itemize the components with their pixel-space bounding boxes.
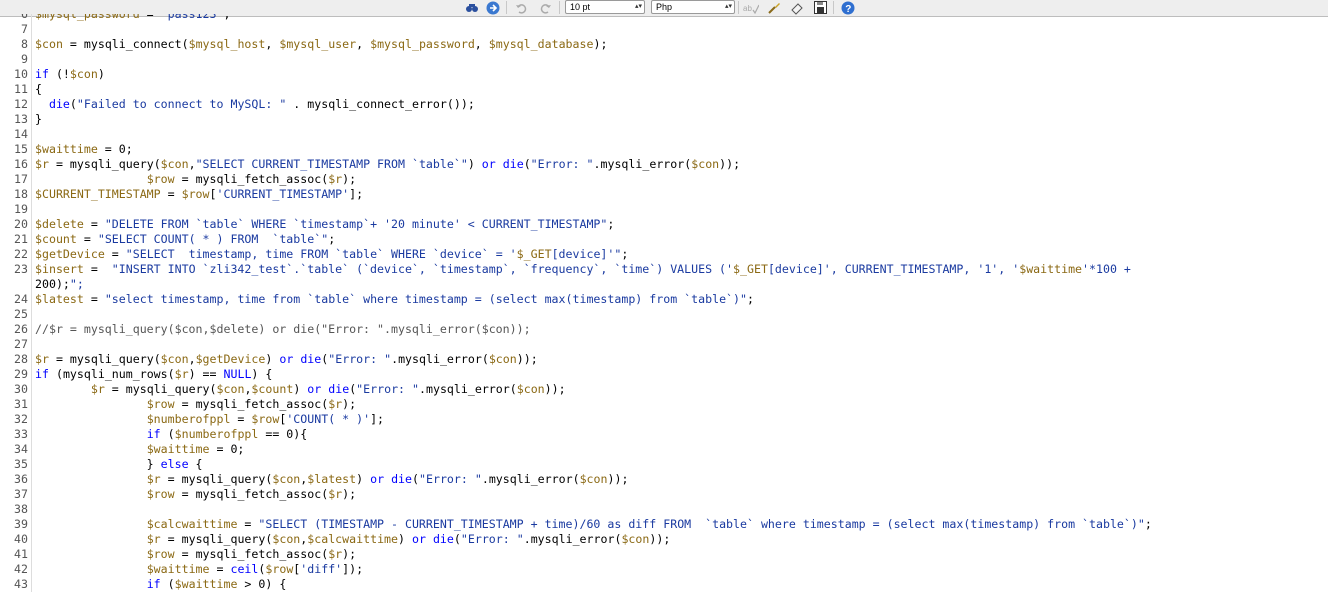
code-line[interactable]: $r = mysqli_query($con,"SELECT CURRENT_T… bbox=[35, 157, 740, 172]
toolbar-separator bbox=[833, 1, 834, 14]
code-line[interactable]: 200);"; bbox=[35, 277, 84, 292]
code-line[interactable]: $delete = "DELETE FROM `table` WHERE `ti… bbox=[35, 217, 614, 232]
line-number: 24 bbox=[14, 292, 28, 306]
code-line[interactable]: $calcwaittime = "SELECT (TIMESTAMP - CUR… bbox=[35, 517, 1152, 532]
code-line[interactable]: $CURRENT_TIMESTAMP = $row['CURRENT_TIMES… bbox=[35, 187, 363, 202]
code-line[interactable]: $mysql_password = "pass123"; bbox=[35, 14, 230, 22]
code-line[interactable]: if ($numberofppl == 0){ bbox=[35, 427, 308, 442]
line-number: 37 bbox=[14, 487, 28, 501]
font-size-value: 10 pt bbox=[570, 2, 591, 12]
code-line[interactable]: $row = mysqli_fetch_assoc($r); bbox=[35, 487, 356, 502]
code-line[interactable]: $con = mysqli_connect($mysql_host, $mysq… bbox=[35, 37, 607, 52]
line-number: 32 bbox=[14, 412, 28, 426]
redo-icon[interactable] bbox=[538, 0, 554, 15]
undo-icon[interactable] bbox=[513, 0, 529, 15]
line-number: 15 bbox=[14, 142, 28, 156]
code-line[interactable]: //$r = mysqli_query($con,$delete) or die… bbox=[35, 322, 531, 337]
line-number: 27 bbox=[14, 337, 28, 351]
line-number: 12 bbox=[14, 97, 28, 111]
code-line[interactable]: $latest = "select timestamp, time from `… bbox=[35, 292, 754, 307]
line-number: 29 bbox=[14, 367, 28, 381]
language-value: Php bbox=[656, 2, 673, 12]
toolbar-separator bbox=[506, 1, 507, 14]
line-number: 13 bbox=[14, 112, 28, 126]
line-number: 7 bbox=[21, 22, 28, 36]
font-size-select[interactable]: 10 pt ▴▾ bbox=[565, 0, 645, 14]
code-line[interactable]: $r = mysqli_query($con,$calcwaittime) or… bbox=[35, 532, 671, 547]
code-line[interactable]: $insert = "INSERT INTO `zli342_test`.`ta… bbox=[35, 262, 1131, 277]
code-line[interactable]: } else { bbox=[35, 457, 203, 472]
line-number: 9 bbox=[21, 52, 28, 66]
code-line[interactable]: $r = mysqli_query($con,$count) or die("E… bbox=[35, 382, 566, 397]
eraser-icon[interactable] bbox=[789, 0, 805, 15]
line-number: 30 bbox=[14, 382, 28, 396]
line-number: 18 bbox=[14, 187, 28, 201]
line-number: 6 bbox=[21, 14, 28, 21]
code-line[interactable]: } bbox=[35, 112, 42, 127]
line-number: 28 bbox=[14, 352, 28, 366]
code-line[interactable]: $count = "SELECT COUNT( * ) FROM `table`… bbox=[35, 232, 335, 247]
svg-text:ab: ab bbox=[743, 4, 752, 13]
code-line[interactable]: if ($waittime > 0) { bbox=[35, 577, 287, 592]
code-line[interactable]: $waittime = ceil($row['diff']); bbox=[35, 562, 363, 577]
code-line[interactable]: if (!$con) bbox=[35, 67, 105, 82]
chevron-updown-icon: ▴▾ bbox=[724, 3, 732, 10]
line-number: 41 bbox=[14, 547, 28, 561]
code-line[interactable]: { bbox=[35, 82, 42, 97]
line-number: 38 bbox=[14, 502, 28, 516]
line-number: 16 bbox=[14, 157, 28, 171]
line-number: 25 bbox=[14, 307, 28, 321]
line-number bbox=[0, 277, 28, 292]
find-icon[interactable] bbox=[464, 0, 480, 15]
code-editor[interactable]: 6 $mysql_password = "pass123"; 7 8 $con = my… bbox=[0, 14, 1328, 592]
line-number: 20 bbox=[14, 217, 28, 231]
format-brush-icon[interactable] bbox=[766, 0, 782, 15]
line-number: 10 bbox=[14, 67, 28, 81]
code-line[interactable]: $numberofppl = $row['COUNT( * )']; bbox=[35, 412, 384, 427]
line-number: 36 bbox=[14, 472, 28, 486]
spellcheck-icon[interactable]: ab bbox=[743, 0, 759, 15]
line-number: 22 bbox=[14, 247, 28, 261]
line-number: 14 bbox=[14, 127, 28, 141]
line-number: 34 bbox=[14, 442, 28, 456]
code-line[interactable]: die("Failed to connect to MySQL: " . mys… bbox=[35, 97, 475, 112]
code-line[interactable]: if (mysqli_num_rows($r) == NULL) { bbox=[35, 367, 272, 382]
code-line[interactable]: $r = mysqli_query($con,$latest) or die("… bbox=[35, 472, 629, 487]
chevron-updown-icon: ▴▾ bbox=[634, 3, 642, 10]
line-number: 35 bbox=[14, 457, 28, 471]
code-line[interactable]: $row = mysqli_fetch_assoc($r); bbox=[35, 397, 356, 412]
line-number: 8 bbox=[21, 37, 28, 51]
line-number: 26 bbox=[14, 322, 28, 336]
help-icon[interactable]: ? bbox=[840, 0, 856, 15]
line-number: 39 bbox=[14, 517, 28, 531]
code-line[interactable]: $waittime = 0; bbox=[35, 142, 133, 157]
code-line[interactable]: $r = mysqli_query($con,$getDevice) or di… bbox=[35, 352, 538, 367]
line-number: 43 bbox=[14, 577, 28, 591]
navigate-icon[interactable] bbox=[485, 0, 501, 15]
gutter-divider bbox=[31, 14, 32, 592]
line-number: 11 bbox=[14, 82, 28, 96]
line-number: 33 bbox=[14, 427, 28, 441]
line-number: 19 bbox=[14, 202, 28, 216]
line-number: 42 bbox=[14, 562, 28, 576]
line-number: 31 bbox=[14, 397, 28, 411]
code-line[interactable]: $row = mysqli_fetch_assoc($r); bbox=[35, 172, 356, 187]
toolbar-separator bbox=[559, 1, 560, 14]
line-number: 17 bbox=[14, 172, 28, 186]
line-number: 21 bbox=[14, 232, 28, 246]
language-select[interactable]: Php ▴▾ bbox=[651, 0, 735, 14]
save-document-icon[interactable] bbox=[812, 0, 828, 15]
code-line[interactable]: $row = mysqli_fetch_assoc($r); bbox=[35, 547, 356, 562]
code-line[interactable]: $waittime = 0; bbox=[35, 442, 245, 457]
svg-text:?: ? bbox=[845, 4, 851, 15]
code-line[interactable]: $getDevice = "SELECT timestamp, time FRO… bbox=[35, 247, 628, 262]
line-number: 40 bbox=[14, 532, 28, 546]
line-number: 23 bbox=[14, 262, 28, 276]
toolbar-separator bbox=[738, 1, 739, 14]
